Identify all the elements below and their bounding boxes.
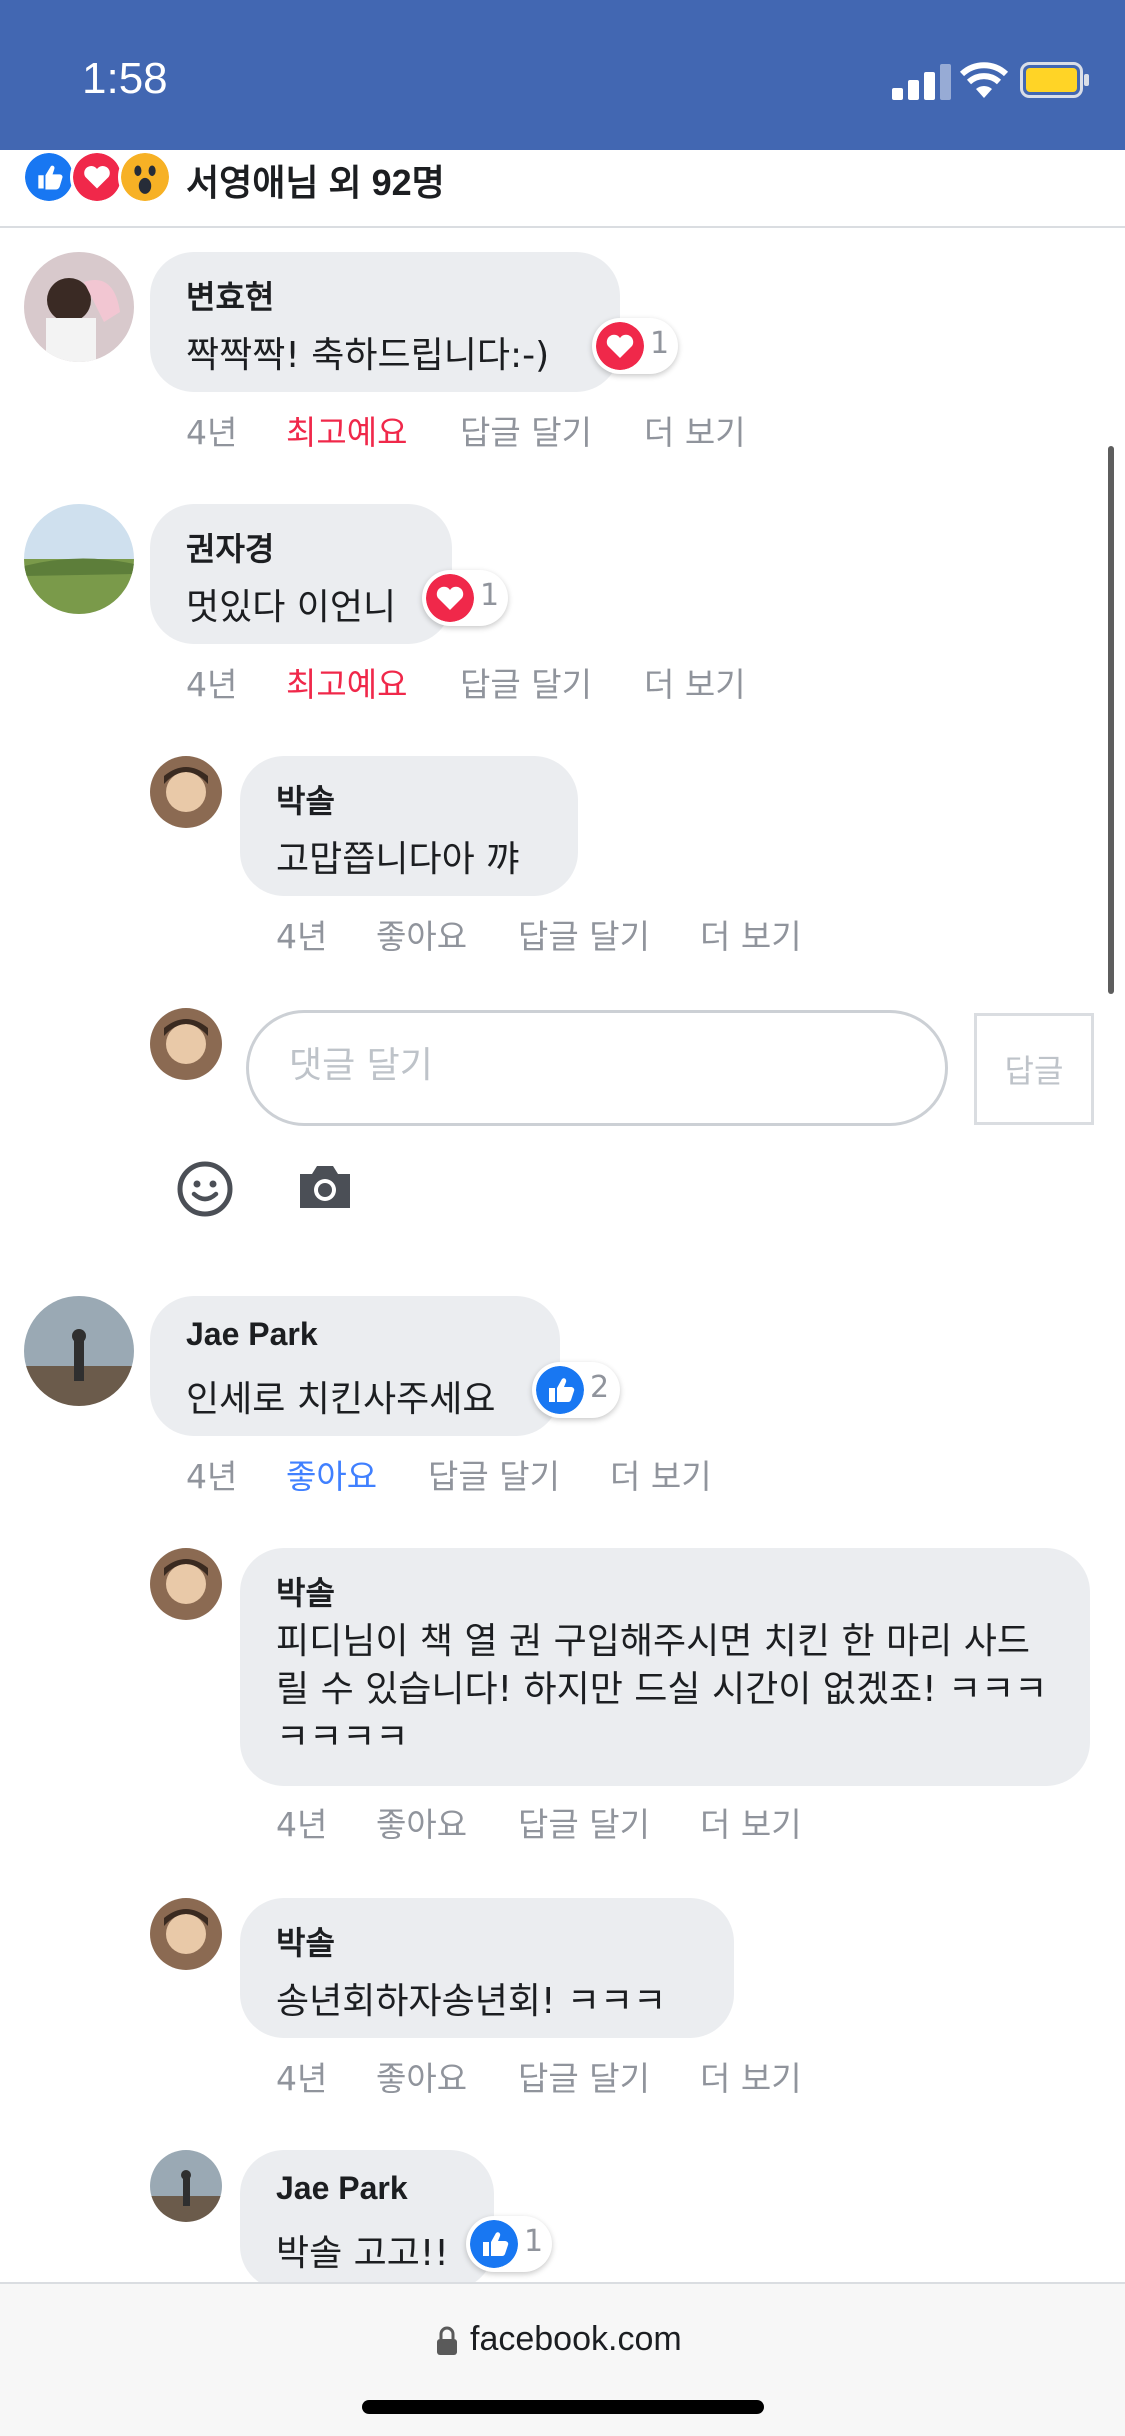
reply-button[interactable]: 답글 달기 xyxy=(460,658,592,706)
url-text[interactable]: facebook.com xyxy=(470,2320,682,2359)
like-reaction-icon xyxy=(536,1366,584,1414)
reaction-count: 2 xyxy=(590,1370,610,1405)
comment-text: 송년회하자송년회! ㅋㅋㅋ xyxy=(276,1981,667,2022)
status-bar: 1:58 xyxy=(0,0,1125,150)
avatar[interactable] xyxy=(150,1898,222,1970)
avatar[interactable] xyxy=(24,504,134,614)
cellular-signal-icon xyxy=(892,64,952,100)
comment-time: 4년 xyxy=(276,1805,328,1844)
love-reaction-icon xyxy=(70,150,124,204)
home-indicator[interactable] xyxy=(362,2400,764,2414)
camera-icon[interactable] xyxy=(296,1164,354,1210)
comment-text: 박솔 고고!! xyxy=(276,2233,449,2274)
avatar[interactable] xyxy=(150,1548,222,1620)
reactions-summary-text[interactable]: 서영애님 외 92명 xyxy=(186,154,445,206)
comment-time: 4년 xyxy=(186,413,238,452)
reaction-count: 1 xyxy=(480,578,500,613)
like-button[interactable]: 좋아요 xyxy=(286,1450,377,1498)
more-button[interactable]: 더 보기 xyxy=(700,1798,802,1846)
avatar[interactable] xyxy=(150,2150,222,2222)
current-user-avatar xyxy=(150,1008,222,1080)
reply-button[interactable]: 답글 달기 xyxy=(460,406,592,454)
wifi-icon xyxy=(960,62,1008,98)
comment-author[interactable]: 박솔 xyxy=(276,776,335,822)
like-button[interactable]: 좋아요 xyxy=(376,910,467,958)
love-button[interactable]: 최고예요 xyxy=(286,658,407,706)
like-reaction-icon xyxy=(470,2220,518,2268)
comment-author[interactable]: 박솔 xyxy=(276,1568,335,1614)
comment-time: 4년 xyxy=(186,665,238,704)
comment-author[interactable]: 권자경 xyxy=(186,524,274,570)
status-time: 1:58 xyxy=(82,54,168,103)
comment-time: 4년 xyxy=(186,1457,238,1496)
comment-text: 고맙쯥니다아 꺄 xyxy=(276,839,520,880)
reaction-count: 1 xyxy=(524,2224,544,2259)
comment-text: 인세로 치킨사주세요 xyxy=(186,1379,496,1420)
like-button[interactable]: 좋아요 xyxy=(376,1798,467,1846)
more-button[interactable]: 더 보기 xyxy=(644,658,746,706)
more-button[interactable]: 더 보기 xyxy=(644,406,746,454)
comment-author[interactable]: Jae Park xyxy=(276,2170,408,2207)
more-button[interactable]: 더 보기 xyxy=(700,2052,802,2100)
reply-button[interactable]: 답글 달기 xyxy=(518,910,650,958)
reply-input[interactable] xyxy=(289,1045,909,1086)
reply-button[interactable]: 답글 달기 xyxy=(518,1798,650,1846)
reactions-summary[interactable]: 서영애님 외 92명 xyxy=(0,150,1125,228)
comment-author[interactable]: Jae Park xyxy=(186,1316,318,1353)
reaction-count: 1 xyxy=(650,326,670,361)
comment-text: 멋있다 이언니 xyxy=(186,587,397,628)
reaction-count-badge[interactable]: 1 xyxy=(466,2216,552,2272)
avatar[interactable] xyxy=(24,252,134,362)
emoji-icon[interactable] xyxy=(176,1160,234,1218)
like-reaction-icon xyxy=(22,150,76,204)
comment-author[interactable]: 변효현 xyxy=(186,272,274,318)
comment-text: 피디님이 책 열 권 구입해주시면 치킨 한 마리 사드릴 수 있습니다! 하지… xyxy=(276,1621,1048,1758)
comment-author[interactable]: 박솔 xyxy=(276,1918,335,1964)
comment-text: 짝짝짝! 축하드립니다:-) xyxy=(186,335,550,376)
reply-button[interactable]: 답글 달기 xyxy=(428,1450,560,1498)
scrollbar[interactable] xyxy=(1108,446,1114,994)
reaction-count-badge[interactable]: 2 xyxy=(532,1362,620,1418)
comment-time: 4년 xyxy=(276,2059,328,2098)
more-button[interactable]: 더 보기 xyxy=(610,1450,712,1498)
reply-button[interactable]: 답글 달기 xyxy=(518,2052,650,2100)
more-button[interactable]: 더 보기 xyxy=(700,910,802,958)
reaction-count-badge[interactable]: 1 xyxy=(422,570,508,626)
battery-icon xyxy=(1020,62,1089,98)
lock-icon xyxy=(437,2326,457,2355)
love-button[interactable]: 최고예요 xyxy=(286,406,407,454)
wow-reaction-icon xyxy=(118,150,172,204)
like-button[interactable]: 좋아요 xyxy=(376,2052,467,2100)
reply-submit-button[interactable]: 답글 xyxy=(974,1013,1094,1125)
love-reaction-icon xyxy=(596,322,644,370)
avatar[interactable] xyxy=(150,756,222,828)
comment-time: 4년 xyxy=(276,917,328,956)
avatar[interactable] xyxy=(24,1296,134,1406)
reaction-count-badge[interactable]: 1 xyxy=(592,318,678,374)
love-reaction-icon xyxy=(426,574,474,622)
reply-input-field[interactable] xyxy=(246,1010,948,1126)
browser-address-bar[interactable]: facebook.com xyxy=(0,2282,1125,2436)
